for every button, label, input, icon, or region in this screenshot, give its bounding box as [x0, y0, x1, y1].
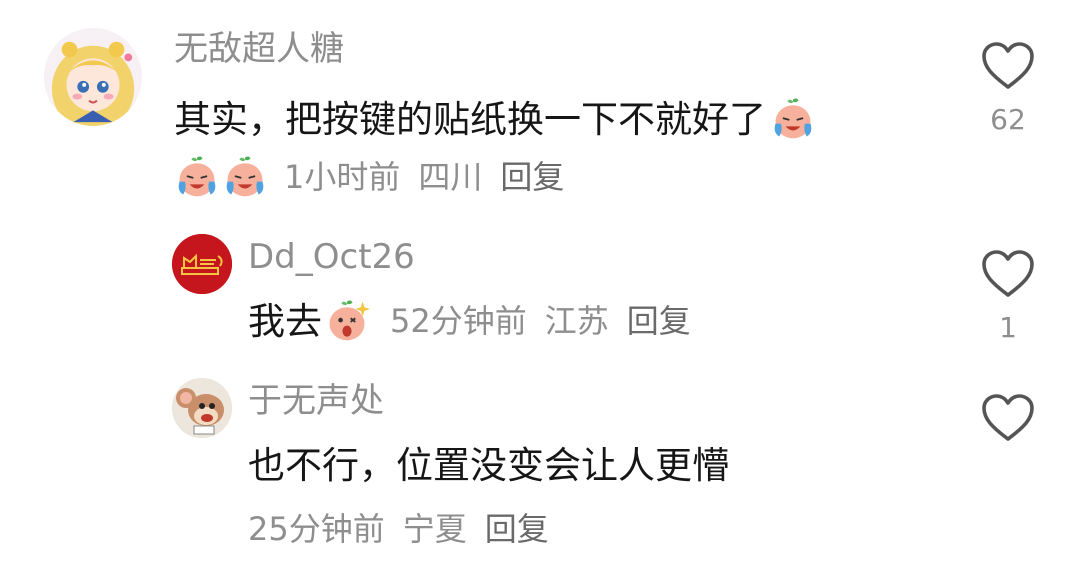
comment-text: 我去 52分钟前 江苏 回复	[248, 298, 691, 344]
anime-girl-avatar-icon	[44, 28, 142, 126]
heart-outline-icon	[982, 42, 1034, 89]
heart-outline-icon	[982, 394, 1034, 441]
heart-outline-icon	[982, 250, 1034, 297]
comment-text: 也不行，位置没变会让人更懵	[248, 442, 729, 488]
comment-text-content: 也不行，位置没变会让人更懵	[248, 443, 729, 487]
comment-username[interactable]: 于无声处	[248, 384, 384, 418]
comment-location: 江苏	[544, 302, 609, 340]
comment-meta: 1小时前 四川 回复	[174, 154, 564, 200]
like-button[interactable]	[976, 392, 1040, 458]
crying-laugh-emoji-icon	[222, 154, 268, 200]
avatar[interactable]	[172, 378, 232, 438]
comment-meta: 25分钟前 宁夏 回复	[248, 506, 549, 552]
comment-username[interactable]: 无敌超人糖	[174, 32, 344, 66]
reply-button[interactable]: 回复	[500, 161, 564, 193]
shocked-emoji-icon	[324, 298, 370, 344]
comment-time: 1小时前	[284, 158, 401, 196]
comment-text: 其实，把按键的贴纸换一下不就好了	[174, 96, 816, 142]
like-button[interactable]: 1	[976, 248, 1040, 342]
comment-text-content: 我去	[248, 299, 322, 343]
comment-meta: 52分钟前 江苏 回复	[390, 305, 691, 337]
comment-location: 四川	[418, 158, 483, 196]
comment-username[interactable]: Dd_Oct26	[248, 240, 415, 274]
reply-button[interactable]: 回复	[485, 513, 549, 545]
comment-time: 25分钟前	[248, 510, 385, 548]
avatar[interactable]	[172, 234, 232, 294]
avatar[interactable]	[44, 28, 142, 126]
crying-laugh-emoji-icon	[770, 96, 816, 142]
comment-item: 于无声处 也不行，位置没变会让人更懵 25分钟前 宁夏 回复	[0, 360, 1080, 566]
cartoon-mouse-avatar-icon	[172, 378, 232, 438]
comment-location: 宁夏	[402, 510, 467, 548]
red-logo-avatar-icon	[172, 234, 232, 294]
comment-item: Dd_Oct26 我去 52分钟前 江苏 回复 1	[0, 210, 1080, 360]
like-count: 62	[990, 103, 1026, 136]
comment-item: 无敌超人糖 其实，把按键的贴纸换一下不就好了 1小时前 四川 回复 62	[0, 0, 1080, 210]
comment-text-content: 其实，把按键的贴纸换一下不就好了	[174, 97, 766, 141]
like-button[interactable]: 62	[976, 40, 1040, 134]
like-count: 1	[999, 311, 1017, 344]
comment-time: 52分钟前	[390, 302, 527, 340]
comment-list: 无敌超人糖 其实，把按键的贴纸换一下不就好了 1小时前 四川 回复 62 Dd_…	[0, 0, 1080, 566]
crying-laugh-emoji-icon	[174, 154, 220, 200]
reply-button[interactable]: 回复	[627, 305, 691, 337]
